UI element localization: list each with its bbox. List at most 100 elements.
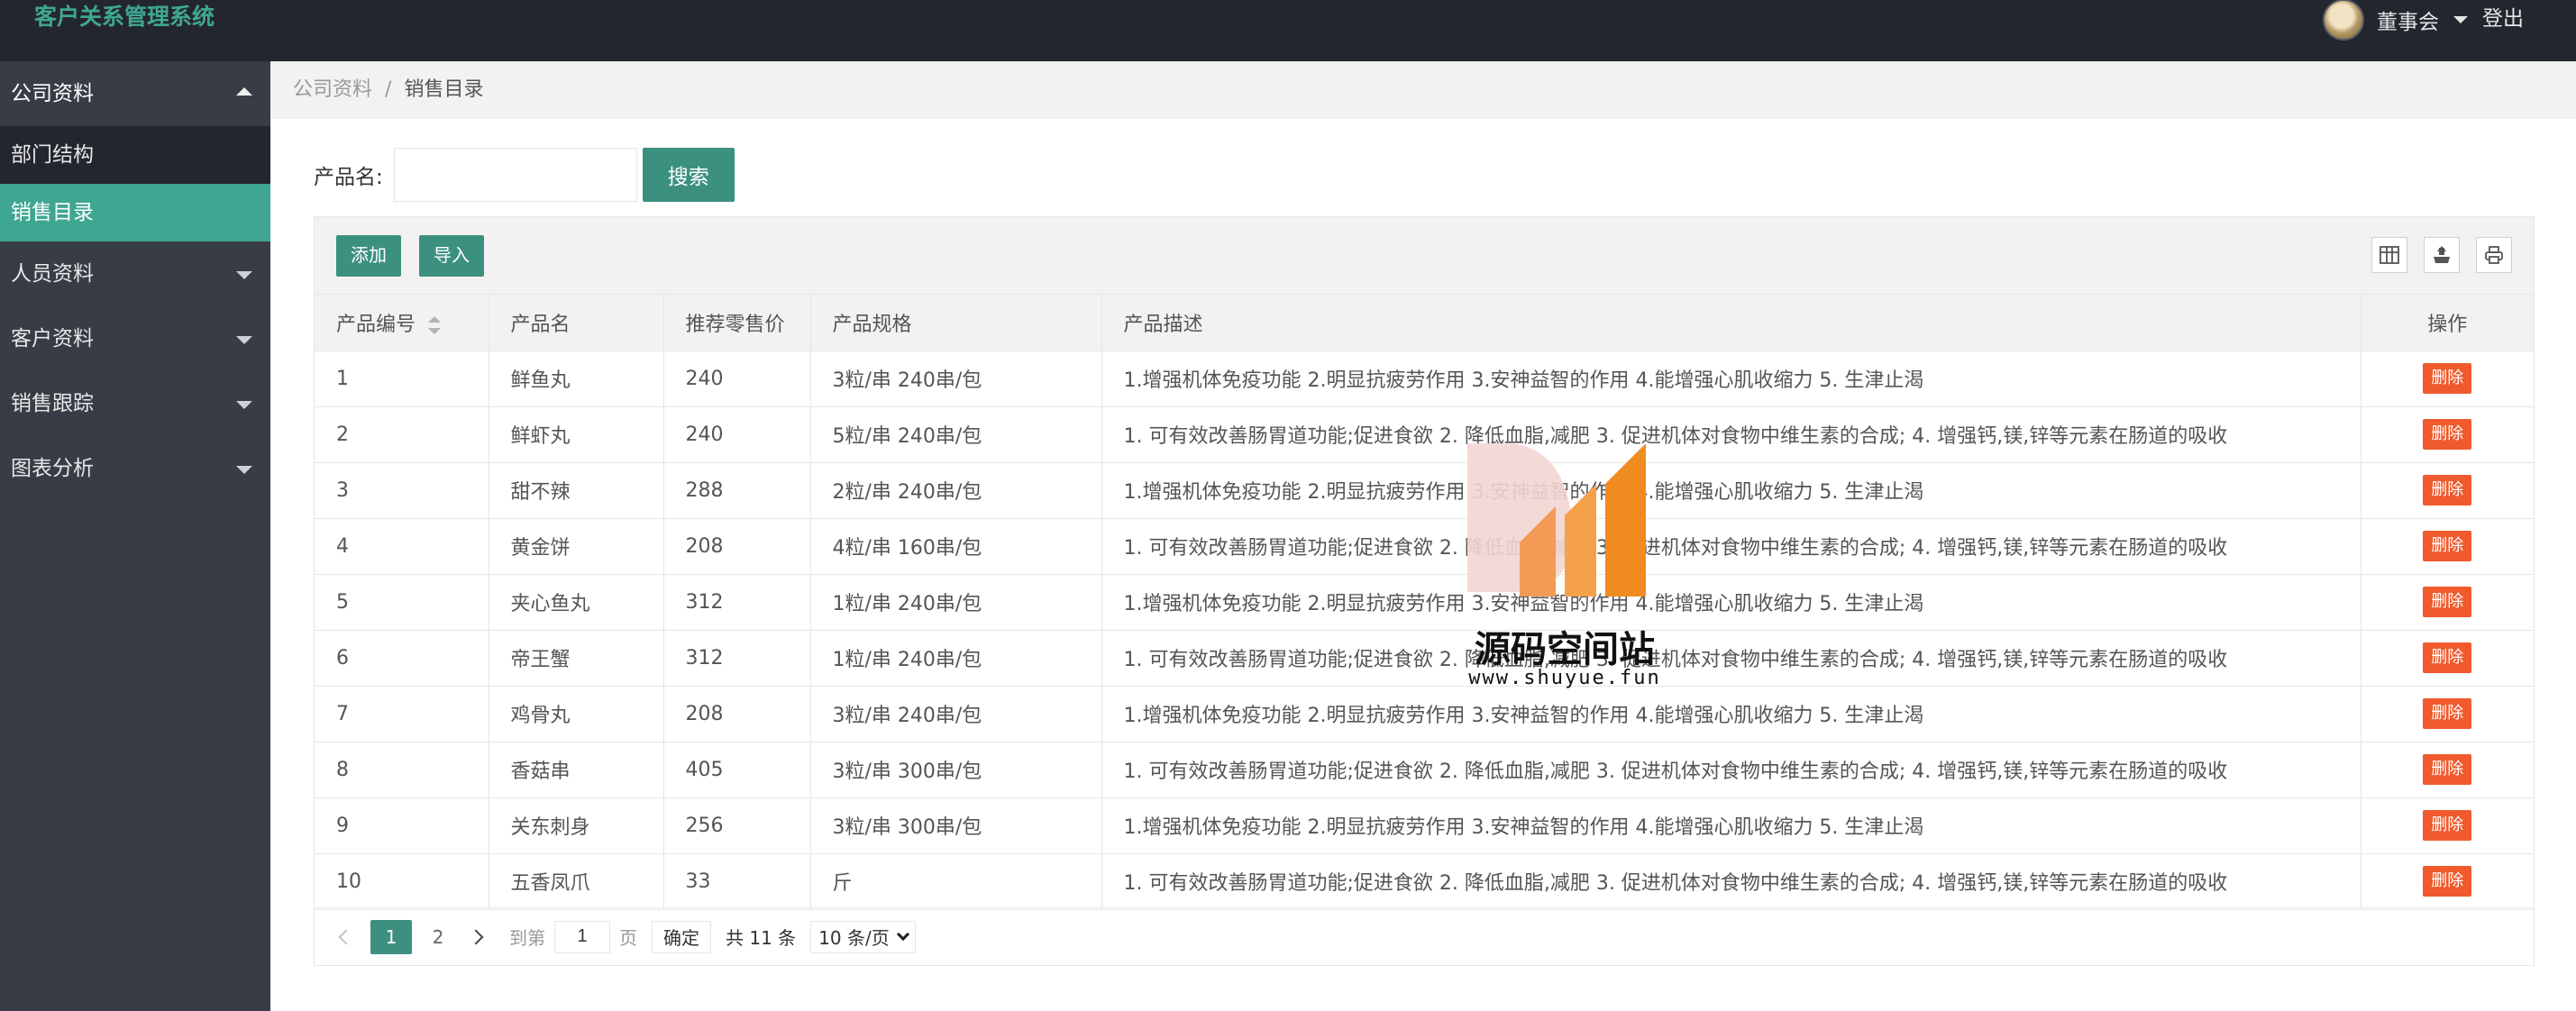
sidebar: 公司资料 部门结构 销售目录 人员资料 客户资料 销售跟踪 图表分析	[0, 61, 270, 1011]
delete-button[interactable]: 删除	[2423, 587, 2472, 617]
cell-id: 10	[315, 852, 489, 910]
cell-name: 鸡骨丸	[488, 685, 664, 742]
goto-page-input[interactable]	[554, 920, 610, 953]
cell-desc: 1. 可有效改善肠胃道功能;促进食欲 2. 降低血脂,减肥 3. 促进机体对食物…	[1101, 629, 2361, 687]
cell-actions: 删除	[2360, 685, 2534, 742]
cell-name: 帝王蟹	[488, 629, 664, 687]
page-1-button[interactable]: 1	[370, 919, 412, 954]
cell-spec: 3粒/串 240串/包	[809, 350, 1102, 407]
product-name-input[interactable]	[393, 148, 637, 202]
search-button[interactable]: 搜索	[642, 148, 735, 202]
sidebar-item-sales-catalog[interactable]: 销售目录	[0, 184, 270, 241]
sort-icon[interactable]	[428, 315, 442, 334]
total-count: 共 11 条	[726, 927, 797, 949]
user-menu[interactable]: 董事会	[2323, 0, 2468, 41]
cell-price: 288	[662, 461, 811, 519]
sidebar-item-departments[interactable]: 部门结构	[0, 126, 270, 184]
cell-price: 256	[662, 797, 811, 854]
cell-price: 312	[662, 629, 811, 687]
search-bar: 产品名: 搜索	[314, 148, 735, 202]
cell-name: 鲜虾丸	[488, 405, 664, 463]
sidebar-item-charts[interactable]: 图表分析	[0, 436, 270, 501]
cell-actions: 删除	[2360, 629, 2534, 687]
delete-button[interactable]: 删除	[2423, 810, 2472, 841]
prev-page-button[interactable]	[334, 929, 358, 944]
delete-button[interactable]: 删除	[2423, 642, 2472, 673]
cell-id: 7	[315, 685, 489, 742]
column-header-name: 产品名	[488, 295, 664, 351]
caret-up-icon	[236, 87, 252, 96]
chevron-down-icon	[2453, 16, 2468, 23]
cell-spec: 3粒/串 300串/包	[809, 741, 1102, 798]
export-icon[interactable]	[2424, 237, 2460, 273]
page-size-value: 10 条/页	[818, 927, 890, 949]
cell-spec: 4粒/串 160串/包	[809, 517, 1102, 575]
breadcrumb-parent[interactable]: 公司资料	[293, 78, 372, 101]
goto-prefix: 到第	[509, 927, 545, 949]
cell-actions: 删除	[2360, 405, 2534, 463]
cell-actions: 删除	[2360, 517, 2534, 575]
delete-button[interactable]: 删除	[2423, 475, 2472, 506]
avatar[interactable]	[2323, 0, 2364, 41]
logout-link[interactable]: 登出	[2482, 0, 2524, 40]
import-button[interactable]: 导入	[419, 235, 484, 277]
cell-id: 4	[315, 517, 489, 575]
column-header-id[interactable]: 产品编号	[315, 295, 489, 351]
delete-button[interactable]: 删除	[2423, 531, 2472, 561]
cell-desc: 1.增强机体免疫功能 2.明显抗疲劳作用 3.安神益智的作用 4.能增强心肌收缩…	[1101, 685, 2361, 742]
delete-button[interactable]: 删除	[2423, 698, 2472, 729]
cell-price: 240	[662, 405, 811, 463]
sidebar-item-staff[interactable]: 人员资料	[0, 241, 270, 306]
table-row: 9 关东刺身 256 3粒/串 300串/包 1.增强机体免疫功能 2.明显抗疲劳作用 …	[315, 797, 2534, 854]
print-icon[interactable]	[2476, 237, 2512, 273]
delete-button[interactable]: 删除	[2423, 866, 2472, 897]
cell-price: 312	[662, 573, 811, 631]
cell-desc: 1. 可有效改善肠胃道功能;促进食欲 2. 降低血脂,减肥 3. 促进机体对食物…	[1101, 741, 2361, 798]
delete-button[interactable]: 删除	[2423, 363, 2472, 394]
user-name[interactable]: 董事会	[2377, 5, 2439, 35]
columns-icon[interactable]	[2371, 237, 2407, 273]
cell-desc: 1.增强机体免疫功能 2.明显抗疲劳作用 3.安神益智的作用 4.能增强心肌收缩…	[1101, 573, 2361, 631]
cell-id: 8	[315, 741, 489, 798]
table-row: 4 黄金饼 208 4粒/串 160串/包 1. 可有效改善肠胃道功能;促进食欲 2. …	[315, 517, 2534, 575]
caret-down-icon	[236, 336, 252, 344]
next-page-button[interactable]	[464, 929, 488, 944]
cell-desc: 1.增强机体免疫功能 2.明显抗疲劳作用 3.安神益智的作用 4.能增强心肌收缩…	[1101, 797, 2361, 854]
cell-price: 240	[662, 350, 811, 407]
cell-desc: 1. 可有效改善肠胃道功能;促进食欲 2. 降低血脂,减肥 3. 促进机体对食物…	[1101, 852, 2361, 910]
top-header: 客户关系管理系统 董事会 登出	[0, 0, 2576, 61]
cell-actions: 删除	[2360, 852, 2534, 910]
delete-button[interactable]: 删除	[2423, 754, 2472, 785]
table-row: 6 帝王蟹 312 1粒/串 240串/包 1. 可有效改善肠胃道功能;促进食欲 2. …	[315, 629, 2534, 687]
table-row: 8 香菇串 405 3粒/串 300串/包 1. 可有效改善肠胃道功能;促进食欲 2. …	[315, 741, 2534, 798]
sidebar-item-sales-tracking[interactable]: 销售跟踪	[0, 371, 270, 436]
delete-button[interactable]: 删除	[2423, 419, 2472, 450]
cell-name: 鲜鱼丸	[488, 350, 664, 407]
page-2-button[interactable]: 2	[417, 920, 459, 954]
pagination: 1 2 到第 页 确定 共 11 条 10 条/页	[315, 907, 2534, 965]
table-row: 7 鸡骨丸 208 3粒/串 240串/包 1.增强机体免疫功能 2.明显抗疲劳作用 3…	[315, 685, 2534, 742]
cell-spec: 1粒/串 240串/包	[809, 573, 1102, 631]
cell-name: 香菇串	[488, 741, 664, 798]
cell-name: 五香凤爪	[488, 852, 664, 910]
page-size-select[interactable]: 10 条/页	[810, 920, 916, 953]
cell-actions: 删除	[2360, 741, 2534, 798]
sidebar-item-label: 销售跟踪	[11, 392, 94, 415]
column-header-price: 推荐零售价	[662, 295, 811, 351]
sidebar-item-label: 人员资料	[11, 262, 94, 286]
cell-spec: 3粒/串 240串/包	[809, 685, 1102, 742]
toolbar-icons	[2371, 237, 2512, 273]
cell-price: 405	[662, 741, 811, 798]
column-header-actions: 操作	[2360, 295, 2534, 351]
sidebar-item-company[interactable]: 公司资料	[0, 61, 270, 126]
app-title[interactable]: 客户关系管理系统	[34, 0, 215, 36]
add-button[interactable]: 添加	[336, 235, 401, 277]
goto-confirm-button[interactable]: 确定	[652, 920, 711, 953]
sidebar-item-customers[interactable]: 客户资料	[0, 306, 270, 371]
cell-desc: 1.增强机体免疫功能 2.明显抗疲劳作用 3.安神益智的作用 4.能增强心肌收缩…	[1101, 350, 2361, 407]
cell-name: 黄金饼	[488, 517, 664, 575]
cell-actions: 删除	[2360, 797, 2534, 854]
product-table-panel: 添加 导入 产品编号 产品名 推荐零售价 产品规格 产品描述 操作 1 鲜鱼丸 …	[314, 216, 2535, 966]
caret-down-icon	[236, 466, 252, 474]
table-row: 10 五香凤爪 33 斤 1. 可有效改善肠胃道功能;促进食欲 2. 降低血脂,减肥 3…	[315, 852, 2534, 910]
